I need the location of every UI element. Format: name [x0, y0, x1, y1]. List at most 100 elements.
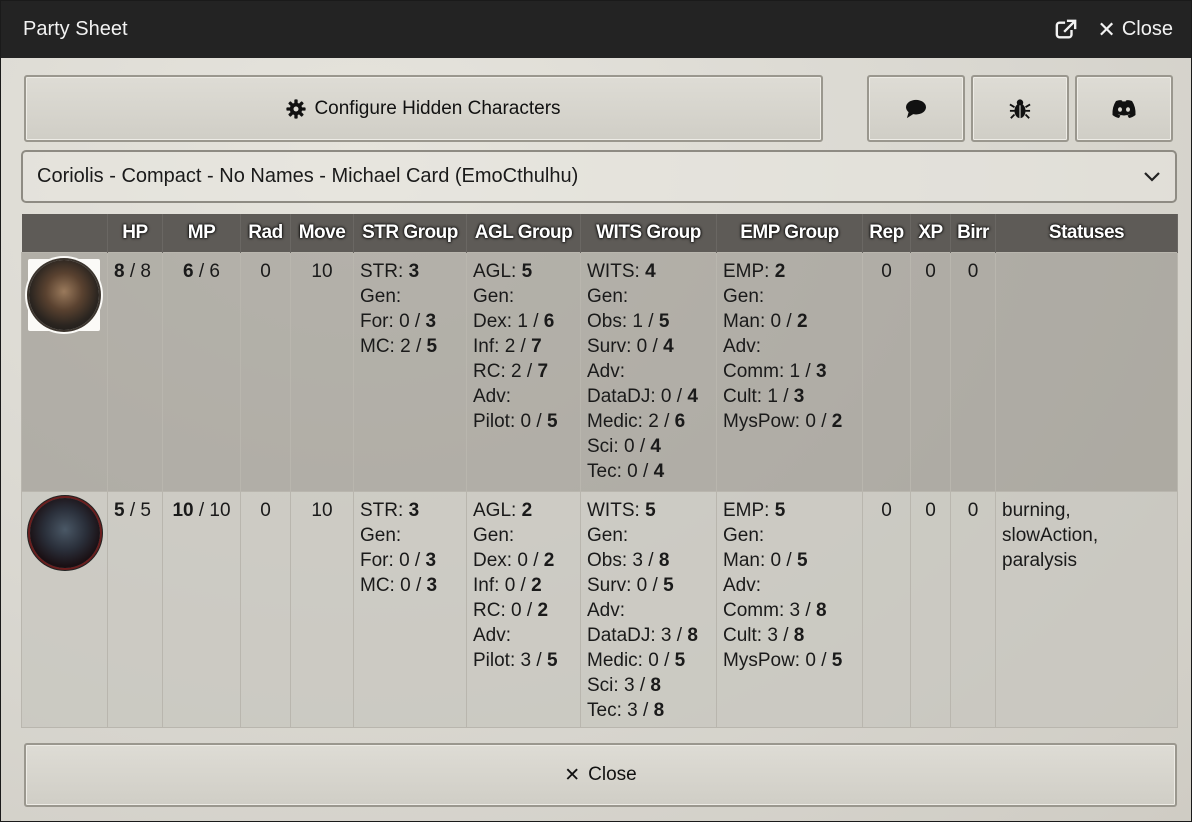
chat-bubble-icon: [906, 99, 926, 118]
skill-line: Tec: 0 / 4: [587, 459, 710, 484]
hp-value: 8: [114, 261, 125, 282]
skill-label: Inf:: [473, 575, 500, 596]
skill-max: 5: [674, 650, 686, 671]
character-portrait[interactable]: [29, 498, 100, 568]
adv-heading: Adv:: [473, 625, 512, 646]
skill-label: Cult:: [723, 386, 763, 407]
skill-label: MC:: [360, 336, 395, 357]
mp-cell: 6 / 6: [162, 252, 241, 492]
character-portrait[interactable]: [29, 260, 99, 330]
col-header-birr[interactable]: Birr: [950, 214, 996, 253]
skill-value: 1: [767, 386, 778, 407]
adv-heading: Adv:: [473, 386, 512, 407]
skill-label: Sci:: [587, 675, 619, 696]
configure-hidden-characters-button[interactable]: Configure Hidden Characters: [24, 75, 823, 142]
skill-max: 6: [543, 311, 555, 332]
skill-value: 0: [400, 575, 411, 596]
gen-heading: Gen:: [723, 525, 765, 546]
mp-value: 6: [183, 261, 194, 282]
hp-max: 8: [140, 261, 151, 282]
skill-max: 3: [815, 361, 827, 382]
str-line: STR: 3: [360, 259, 460, 284]
separator: /: [781, 311, 797, 332]
col-header-move[interactable]: Move: [290, 214, 354, 253]
wits-group-cell: WITS: 5 Gen: Obs: 3 / 8 Surv: 0 / 5 Adv:…: [580, 491, 717, 728]
skill-value: 2: [400, 336, 411, 357]
skill-line: Man: 0 / 5: [723, 548, 856, 573]
layout-select[interactable]: Coriolis - Compact - No Names - Michael …: [21, 150, 1177, 203]
col-header-hp[interactable]: HP: [107, 214, 163, 253]
skill-label: Tec:: [587, 700, 622, 721]
attr-label: AGL:: [473, 500, 517, 521]
skill-value: 3: [789, 600, 801, 621]
chevron-down-icon: [1144, 171, 1160, 182]
col-header-wits-group[interactable]: WITS Group: [580, 214, 717, 253]
skill-label: Obs:: [587, 311, 628, 332]
bug-report-button[interactable]: [971, 75, 1069, 142]
skill-value: 0: [770, 311, 782, 332]
col-header-statuses[interactable]: Statuses: [995, 214, 1178, 253]
mp-max: 10: [209, 500, 231, 521]
separator: /: [531, 411, 547, 432]
skill-max: 2: [531, 575, 542, 596]
col-header-str-group[interactable]: STR Group: [353, 214, 467, 253]
skill-line: MysPow: 0 / 5: [723, 648, 856, 673]
separator: /: [124, 261, 141, 282]
skill-label: For:: [360, 311, 394, 332]
skill-max: 8: [815, 600, 827, 621]
col-header-xp[interactable]: XP: [910, 214, 951, 253]
skill-label: For:: [360, 550, 394, 571]
skill-value: 1: [632, 311, 643, 332]
skill-label: Pilot:: [473, 650, 516, 671]
col-header-rad[interactable]: Rad: [240, 214, 291, 253]
skill-label: Tec:: [587, 461, 622, 482]
skill-max: 8: [653, 700, 665, 721]
skill-max: 5: [546, 411, 558, 432]
window-close-button[interactable]: ✕ Close: [1097, 17, 1173, 43]
skill-value: 0: [770, 550, 782, 571]
skill-label: Obs:: [587, 550, 628, 571]
attr-value: 5: [521, 261, 533, 282]
birr-cell: 0: [950, 252, 996, 492]
skill-max: 6: [674, 411, 686, 432]
skill-value: 0: [636, 336, 648, 357]
col-header-emp-group[interactable]: EMP Group: [716, 214, 863, 253]
skill-line: DataDJ: 0 / 4: [587, 384, 710, 409]
rep-cell: 0: [862, 252, 911, 492]
skill-line: Obs: 3 / 8: [587, 548, 710, 573]
chat-button[interactable]: [867, 75, 965, 142]
skill-max: 4: [663, 336, 674, 357]
col-header-agl-group[interactable]: AGL Group: [466, 214, 581, 253]
skill-line: MysPow: 0 / 2: [723, 409, 856, 434]
party-table: HP MP Rad Move STR Group AGL Group WITS …: [21, 214, 1178, 728]
skill-value: 2: [648, 411, 659, 432]
skill-max: 4: [687, 386, 698, 407]
attr-label: EMP:: [723, 500, 770, 521]
discord-button[interactable]: [1075, 75, 1173, 142]
rad-cell: 0: [240, 491, 291, 728]
separator: /: [410, 575, 427, 596]
skill-label: Man:: [723, 550, 766, 571]
skill-max: 7: [531, 336, 542, 357]
mp-value: 10: [172, 500, 194, 521]
skill-line: DataDJ: 3 / 8: [587, 623, 710, 648]
mp-cell: 10 / 10: [162, 491, 241, 728]
skill-line: Inf: 2 / 7: [473, 334, 574, 359]
portrait-cell: [21, 491, 108, 728]
agl-group-cell: AGL: 5 Gen: Dex: 1 / 6 Inf: 2 / 7 RC: 2 …: [466, 252, 581, 492]
skill-max: 3: [425, 311, 437, 332]
skill-max: 4: [653, 461, 665, 482]
gen-heading: Gen:: [360, 286, 402, 307]
window-titlebar[interactable]: Party Sheet ✕ Close: [1, 1, 1191, 58]
col-header-rep[interactable]: Rep: [862, 214, 911, 253]
skill-value: 0: [520, 411, 532, 432]
col-header-mp[interactable]: MP: [162, 214, 241, 253]
external-link-icon[interactable]: [1055, 19, 1077, 41]
skill-value: 0: [805, 411, 816, 432]
skill-label: DataDJ:: [587, 386, 656, 407]
separator: /: [642, 311, 659, 332]
close-button[interactable]: ✕ Close: [24, 743, 1177, 807]
wits-group-cell: WITS: 4 Gen: Obs: 1 / 5 Surv: 0 / 4 Adv:…: [580, 252, 717, 492]
str-line: STR: 3: [360, 498, 460, 523]
attr-value: 4: [645, 261, 656, 282]
